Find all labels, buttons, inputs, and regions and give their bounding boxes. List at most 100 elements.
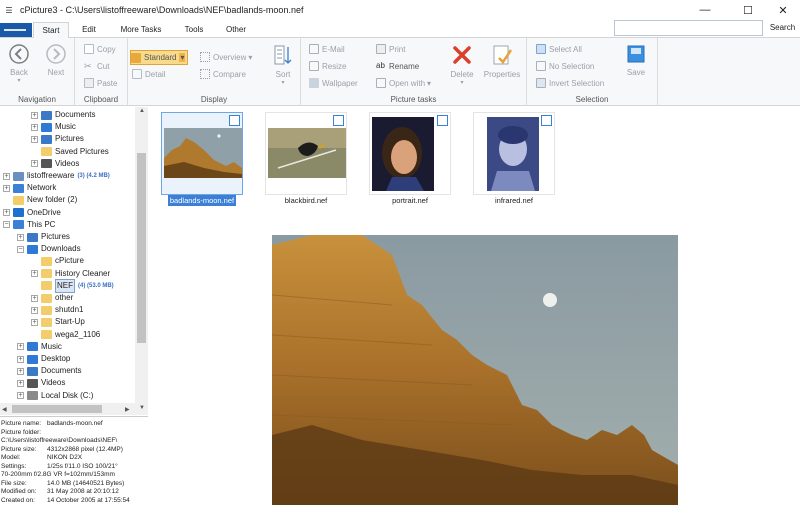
- tree-expander-icon[interactable]: +: [31, 135, 38, 143]
- open-with-button[interactable]: Open with ▾: [376, 78, 431, 88]
- tree-item[interactable]: + Documents: [31, 109, 95, 121]
- wallpaper-button[interactable]: Wallpaper: [309, 78, 358, 88]
- tree-expander-icon[interactable]: +: [31, 294, 38, 302]
- copy-icon: [84, 44, 94, 54]
- tree-item[interactable]: + Videos: [17, 377, 65, 389]
- tree-item[interactable]: wega2_1106: [31, 329, 100, 341]
- tree-expander-icon[interactable]: +: [31, 160, 38, 168]
- scroll-down-icon[interactable]: ▼: [139, 405, 145, 411]
- thumbnail-blackbird[interactable]: [265, 112, 347, 195]
- tree-vertical-scrollbar[interactable]: ▲ ▼: [135, 107, 148, 415]
- thumbnail-checkbox[interactable]: [437, 115, 448, 126]
- tree-item[interactable]: − This PC: [3, 219, 55, 231]
- tree-expander-icon[interactable]: +: [17, 343, 24, 351]
- tree-expander-icon[interactable]: +: [31, 270, 38, 278]
- no-selection-label: No Selection: [549, 61, 595, 71]
- tree-expander-icon[interactable]: −: [17, 245, 24, 253]
- detail-view-button[interactable]: Detail: [132, 69, 165, 79]
- tree-expander-icon[interactable]: +: [3, 172, 10, 180]
- tree-hscroll-thumb[interactable]: [12, 405, 102, 413]
- thumbnail-portrait[interactable]: [369, 112, 451, 195]
- tree-expander-icon[interactable]: +: [31, 111, 38, 119]
- tree-item[interactable]: + Music: [31, 121, 76, 133]
- cut-button[interactable]: ✂ Cut: [84, 61, 109, 71]
- tree-item[interactable]: + Desktop: [17, 353, 70, 365]
- tree-scroll-thumb[interactable]: [137, 153, 146, 343]
- file-menu-button[interactable]: [0, 23, 32, 37]
- next-button[interactable]: Next: [42, 44, 70, 77]
- tree-item[interactable]: + shutdn1: [31, 304, 83, 316]
- tree-expander-icon[interactable]: +: [31, 306, 38, 314]
- save-button[interactable]: Save: [622, 44, 650, 77]
- tree-expander-icon[interactable]: +: [31, 123, 38, 131]
- tree-item[interactable]: − Downloads: [17, 243, 81, 255]
- minimize-button[interactable]: —: [690, 0, 720, 20]
- tree-item[interactable]: New folder (2): [3, 194, 77, 206]
- tree-item[interactable]: + listoffreeware (3) (4.2 MB): [3, 170, 110, 182]
- close-button[interactable]: ✕: [768, 0, 798, 20]
- tree-item[interactable]: + Network: [3, 182, 56, 194]
- thumbnail-checkbox[interactable]: [229, 115, 240, 126]
- tree-horizontal-scrollbar[interactable]: ◀ ▶: [0, 403, 135, 415]
- overview-button[interactable]: Overview ▾: [200, 52, 252, 62]
- tab-tools[interactable]: Tools: [178, 22, 210, 38]
- compare-button[interactable]: Compare: [200, 69, 246, 79]
- maximize-button[interactable]: ☐: [733, 0, 763, 20]
- tab-edit[interactable]: Edit: [74, 22, 104, 38]
- thumbnail-label: infrared.nef: [495, 196, 533, 205]
- tab-other[interactable]: Other: [218, 22, 254, 38]
- quick-access-icon[interactable]: ☰: [2, 6, 16, 15]
- select-all-button[interactable]: Select All: [536, 44, 582, 54]
- tree-expander-icon[interactable]: +: [17, 233, 24, 241]
- folder-tree[interactable]: + Documents + Music + Pictures Saved Pictures +…: [0, 107, 148, 415]
- tree-expander-icon[interactable]: +: [17, 392, 24, 400]
- tree-item[interactable]: + Start-Up: [31, 316, 85, 328]
- tree-item[interactable]: Saved Pictures: [31, 146, 109, 158]
- back-dropdown-icon[interactable]: ▾: [5, 77, 33, 84]
- search-input[interactable]: [614, 20, 763, 36]
- tree-expander-icon[interactable]: +: [3, 184, 10, 192]
- tree-item[interactable]: + Music: [17, 341, 62, 353]
- search-button[interactable]: Search: [765, 20, 800, 36]
- tree-item[interactable]: + History Cleaner: [31, 268, 110, 280]
- email-button[interactable]: E-Mail: [309, 44, 345, 54]
- tree-expander-icon[interactable]: −: [3, 221, 10, 229]
- paste-button[interactable]: Paste: [84, 78, 117, 88]
- invert-selection-button[interactable]: Invert Selection: [536, 78, 604, 88]
- print-button[interactable]: Print: [376, 44, 405, 54]
- tree-item[interactable]: + Pictures: [31, 133, 84, 145]
- scroll-right-icon[interactable]: ▶: [125, 406, 130, 413]
- back-button[interactable]: Back ▾: [5, 44, 33, 84]
- rename-button[interactable]: ab Rename: [376, 61, 419, 71]
- standard-dropdown-icon[interactable]: ▾: [179, 53, 186, 62]
- thumbnail-checkbox[interactable]: [541, 115, 552, 126]
- tab-start[interactable]: Start: [33, 22, 69, 38]
- tree-item[interactable]: + Documents: [17, 365, 81, 377]
- standard-view-button[interactable]: Standard ▾: [130, 50, 189, 65]
- scroll-left-icon[interactable]: ◀: [2, 406, 7, 413]
- tree-item[interactable]: cPicture: [31, 255, 84, 267]
- tree-expander-icon[interactable]: +: [17, 355, 24, 363]
- thumbnail-checkbox[interactable]: [333, 115, 344, 126]
- tree-item[interactable]: NEF (4) (53.0 MB): [31, 278, 114, 293]
- tab-more-tasks[interactable]: More Tasks: [112, 22, 170, 38]
- thumbnail-infrared[interactable]: [473, 112, 555, 195]
- properties-button[interactable]: Properties: [481, 44, 523, 79]
- tree-expander-icon[interactable]: +: [17, 379, 24, 387]
- resize-button[interactable]: Resize: [309, 61, 346, 71]
- tree-item[interactable]: + OneDrive: [3, 207, 61, 219]
- tree-item-label: Downloads: [41, 244, 81, 254]
- sort-button[interactable]: Sort ▾: [270, 44, 296, 86]
- copy-button[interactable]: Copy: [84, 44, 116, 54]
- tree-item[interactable]: + other: [31, 292, 73, 304]
- delete-button[interactable]: Delete ▾: [447, 44, 477, 86]
- tree-item[interactable]: + Videos: [31, 158, 79, 170]
- tree-expander-icon[interactable]: +: [3, 209, 10, 217]
- tree-expander-icon[interactable]: +: [31, 318, 38, 326]
- tree-expander-icon[interactable]: +: [17, 367, 24, 375]
- tree-item[interactable]: + Local Disk (C:): [17, 390, 93, 402]
- thumbnail-badlands-moon[interactable]: [161, 112, 243, 195]
- scroll-up-icon[interactable]: ▲: [139, 108, 145, 114]
- tree-item[interactable]: + Pictures: [17, 231, 70, 243]
- no-selection-button[interactable]: No Selection: [536, 61, 594, 71]
